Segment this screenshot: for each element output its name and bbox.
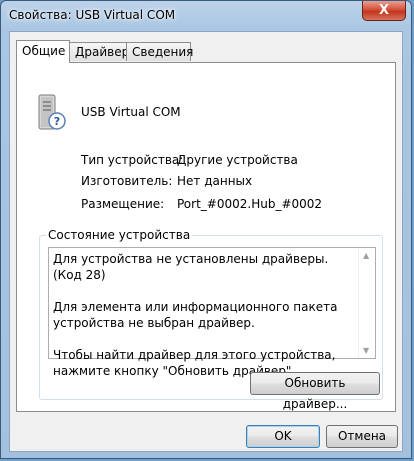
- device-status-title: Состояние устройства: [46, 228, 193, 242]
- update-driver-button[interactable]: Обновить драйвер...: [250, 372, 380, 411]
- window-title: Свойства: USB Virtual COM: [9, 8, 176, 22]
- status-line-1: Для устройства не установлены драйверы. …: [53, 252, 329, 282]
- status-line-2: Для элемента или информационного пакета …: [53, 300, 338, 330]
- scroll-up-icon[interactable]: ▲: [363, 251, 369, 260]
- manufacturer-value: Нет данных: [177, 174, 253, 188]
- svg-text:?: ?: [54, 115, 60, 128]
- dialog-client-area: Общие Драйвер Сведения ? USB Virtual COM…: [9, 31, 403, 452]
- device-type-value: Другие устройства: [177, 153, 298, 167]
- ok-button[interactable]: OK: [246, 425, 320, 448]
- close-button[interactable]: X: [362, 1, 406, 21]
- device-type-label: Тип устройства:: [81, 153, 184, 167]
- tab-driver[interactable]: Драйвер: [69, 42, 129, 61]
- device-name: USB Virtual COM: [81, 105, 181, 119]
- location-label: Размещение:: [81, 197, 165, 211]
- device-status-group: Состояние устройства Для устройства не у…: [39, 228, 383, 411]
- status-scrollbar[interactable]: ▲ ▼: [358, 248, 375, 358]
- tab-details[interactable]: Сведения: [126, 42, 193, 61]
- manufacturer-label: Изготовитель:: [81, 174, 173, 188]
- close-icon: X: [378, 3, 390, 18]
- location-value: Port_#0002.Hub_#0002: [177, 197, 323, 211]
- unknown-usb-device-icon: ?: [38, 94, 66, 130]
- device-status-text: Для устройства не установлены драйверы. …: [53, 251, 353, 379]
- device-status-textbox[interactable]: Для устройства не установлены драйверы. …: [48, 247, 376, 378]
- properties-window: Свойства: USB Virtual COM X Общие Драйве…: [0, 0, 412, 459]
- title-bar[interactable]: Свойства: USB Virtual COM X: [1, 1, 411, 31]
- tab-general[interactable]: Общие: [16, 40, 70, 63]
- general-tab-panel: ? USB Virtual COM Тип устройства: Другие…: [16, 62, 396, 412]
- scroll-down-icon[interactable]: ▼: [363, 346, 369, 355]
- cancel-button[interactable]: Отмена: [326, 425, 398, 448]
